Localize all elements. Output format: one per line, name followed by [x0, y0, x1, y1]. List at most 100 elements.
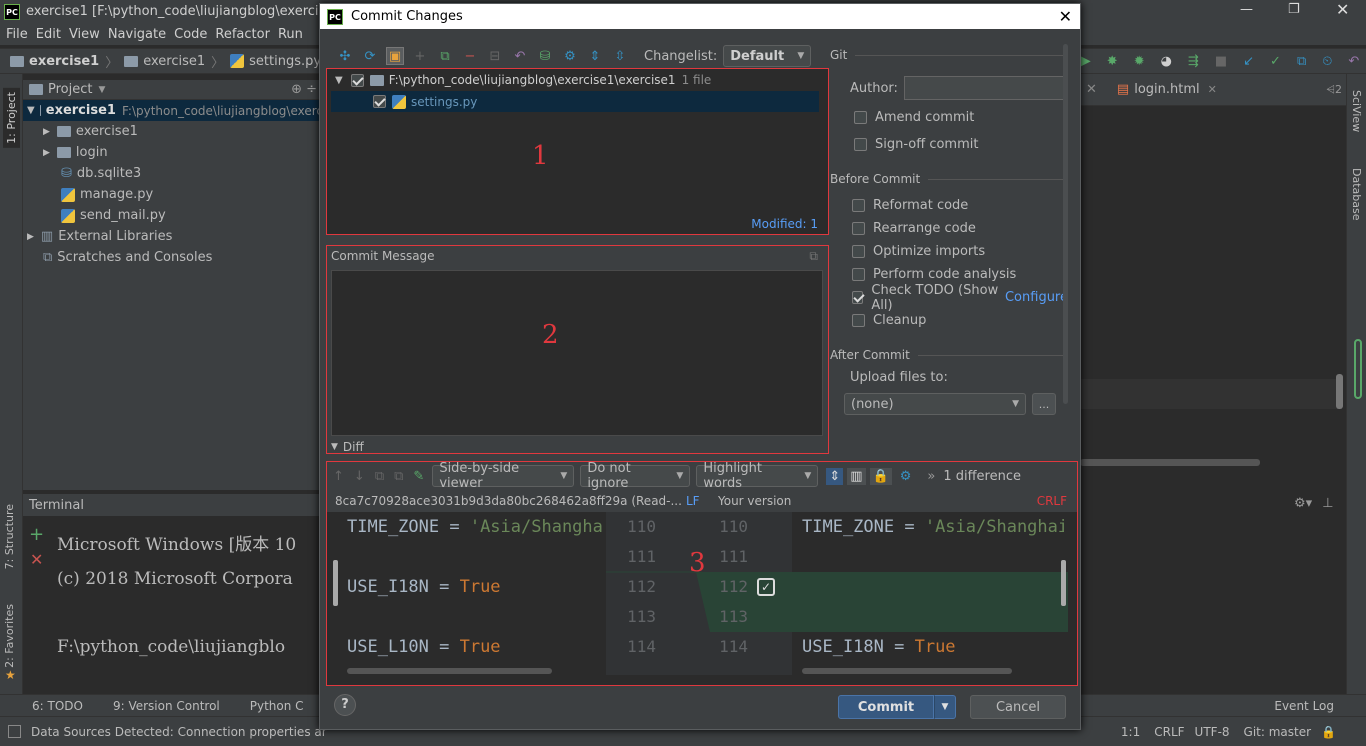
status-toggle-icon[interactable] [8, 725, 21, 738]
coverage-icon[interactable]: ✹ [1134, 54, 1145, 69]
cleanup-checkbox[interactable] [852, 314, 865, 327]
tool-tab-favorites[interactable]: 2: Favorites [3, 604, 16, 668]
signoff-commit-option[interactable]: Sign-off commit [854, 133, 1068, 156]
option-reformat-code[interactable]: Reformat code [852, 194, 1068, 217]
tool-tab-python-console[interactable]: Python C [250, 699, 304, 713]
menu-edit[interactable]: Edit [36, 27, 61, 42]
vcs-compare-icon[interactable]: ⧉ [1297, 54, 1306, 69]
profile-icon[interactable]: ◕ [1161, 54, 1172, 69]
tree-external-libraries[interactable]: ▶ ▥ External Libraries [23, 226, 323, 247]
right-line-separator[interactable]: CRLF [1037, 494, 1067, 508]
diff-toggle[interactable]: ▼ Diff [331, 440, 364, 454]
refresh-icon[interactable]: ⟳ [361, 47, 379, 65]
upload-more-button[interactable]: ... [1032, 393, 1056, 415]
diff-left-pane[interactable]: TIME_ZONE = 'Asia/Shangha USE_I18N = Tru… [347, 512, 603, 675]
rearrange-checkbox[interactable] [852, 222, 865, 235]
menu-code[interactable]: Code [174, 27, 207, 42]
hide-panel-icon[interactable]: ⊥ [1322, 496, 1333, 511]
shelve-icon[interactable]: ⛁ [536, 47, 554, 65]
tool-tab-sciview[interactable]: SciView [1350, 90, 1363, 132]
cancel-button[interactable]: Cancel [970, 695, 1066, 719]
lock-icon[interactable]: 🔒 [1321, 725, 1336, 739]
file-checkbox[interactable] [373, 95, 386, 108]
tree-item-db[interactable]: ⛁ db.sqlite3 [23, 163, 323, 184]
lock-icon[interactable]: 🔒 [869, 467, 892, 485]
next-difference-icon[interactable]: ↓ [354, 469, 365, 484]
tool-tab-version-control[interactable]: 9: Version Control [113, 699, 220, 713]
analysis-checkbox[interactable] [852, 268, 865, 281]
status-git-branch[interactable]: Git: master [1244, 725, 1312, 739]
collapse-all-icon[interactable]: ⇳ [611, 47, 629, 65]
compare-next-icon[interactable]: ⧉ [394, 469, 403, 484]
viewer-select[interactable]: Side-by-side viewer ▼ [432, 461, 575, 491]
tool-tab-structure[interactable]: 7: Structure [3, 504, 16, 569]
right-scrollbar[interactable] [1061, 560, 1066, 606]
tree-item-manage[interactable]: manage.py [23, 184, 323, 205]
vertical-scrollbar[interactable] [1336, 374, 1343, 409]
ignore-select[interactable]: Do not ignore ▼ [580, 461, 691, 491]
commit-button[interactable]: Commit [838, 695, 934, 719]
tree-item-send-mail[interactable]: send_mail.py [23, 205, 323, 226]
todo-checkbox[interactable] [852, 291, 864, 304]
collapse-unchanged-icon[interactable]: ⇕ [826, 467, 844, 485]
vcs-history-icon[interactable]: ⏲ [1322, 54, 1332, 69]
expand-all-icon[interactable]: ⇕ [586, 47, 604, 65]
show-diff-icon[interactable]: ▣ [386, 47, 404, 65]
amend-checkbox[interactable] [854, 111, 867, 124]
option-check-todo[interactable]: Check TODO (Show All) Configure [852, 283, 1068, 313]
breadcrumb-file[interactable]: settings.py [249, 54, 321, 69]
editor-tab-login[interactable]: ▤ login.html ✕ [1117, 82, 1217, 97]
expand-icon[interactable]: ▶ [43, 127, 50, 137]
tree-scratches[interactable]: ⧉ Scratches and Consoles [23, 247, 323, 268]
reformat-checkbox[interactable] [852, 199, 865, 212]
gear-icon[interactable]: ⚙▾ [1294, 496, 1312, 511]
amend-commit-option[interactable]: Amend commit [854, 106, 1068, 129]
settings-icon[interactable]: ⊕ ÷ [291, 82, 317, 97]
menu-view[interactable]: View [69, 27, 100, 42]
settings-icon[interactable]: ⚙ [561, 47, 579, 65]
changelist-node[interactable]: ▼ F:\python_code\liujiangblog\exercise1\… [327, 69, 828, 91]
add-icon[interactable]: + [411, 47, 429, 65]
author-input[interactable] [903, 76, 1066, 100]
tree-root[interactable]: ▼ exercise1 F:\python_code\liujiangblog\… [23, 100, 323, 121]
breadcrumb-root[interactable]: exercise1 [29, 54, 99, 69]
help-button[interactable]: ? [334, 694, 356, 716]
expand-icon[interactable]: ▶ [27, 232, 34, 242]
more-icon[interactable]: » [927, 469, 935, 484]
new-terminal-icon[interactable]: + [29, 524, 44, 545]
diff-settings-icon[interactable]: ⚙ [900, 469, 912, 484]
signoff-checkbox[interactable] [854, 138, 867, 151]
left-horizontal-scrollbar[interactable] [347, 668, 552, 674]
menu-navigate[interactable]: Navigate [108, 27, 166, 42]
menu-refactor[interactable]: Refactor [215, 27, 270, 42]
menu-run[interactable]: Run [278, 27, 303, 42]
event-log[interactable]: Event Log [1274, 699, 1334, 713]
run-icon[interactable]: ▶ [1080, 53, 1091, 69]
status-encoding[interactable]: UTF-8 [1195, 725, 1230, 739]
previous-difference-icon[interactable]: ↑ [333, 469, 344, 484]
horizontal-scrollbar[interactable] [1080, 459, 1260, 466]
restore-icon[interactable]: ❐ [1288, 2, 1300, 17]
minimize-icon[interactable]: — [1240, 2, 1253, 17]
diff-right-pane[interactable]: TIME_ZONE = 'Asia/Shanghai USE_I18N = Tr… [802, 512, 1064, 675]
edit-source-icon[interactable]: ✎ [413, 469, 424, 484]
configure-link[interactable]: Configure [1005, 290, 1068, 305]
breadcrumb-folder[interactable]: exercise1 [143, 54, 205, 69]
menu-file[interactable]: File [6, 27, 28, 42]
include-change-checkbox[interactable]: ✓ [757, 578, 775, 596]
commit-options-dropdown[interactable]: ▼ [934, 695, 956, 719]
file-row-settings[interactable]: settings.py [331, 91, 819, 112]
changelist-select[interactable]: Default ▼ [723, 45, 812, 67]
rollback-icon[interactable]: ↶ [511, 47, 529, 65]
left-scrollbar[interactable] [333, 560, 338, 606]
concurrency-icon[interactable]: ⇶ [1188, 54, 1199, 69]
remove-icon[interactable]: − [461, 47, 479, 65]
expand-icon[interactable]: ▼ [27, 105, 35, 116]
tab-list-icon[interactable]: ⩤2 [1326, 83, 1342, 97]
highlight-select[interactable]: Highlight words ▼ [696, 461, 819, 491]
group-by-icon[interactable]: ✣ [336, 47, 354, 65]
tool-tab-todo[interactable]: 6: TODO [32, 699, 83, 713]
optimize-checkbox[interactable] [852, 245, 865, 258]
chevron-down-icon[interactable]: ▼ [98, 85, 105, 95]
tool-tab-project[interactable]: 1: Project [3, 88, 20, 148]
